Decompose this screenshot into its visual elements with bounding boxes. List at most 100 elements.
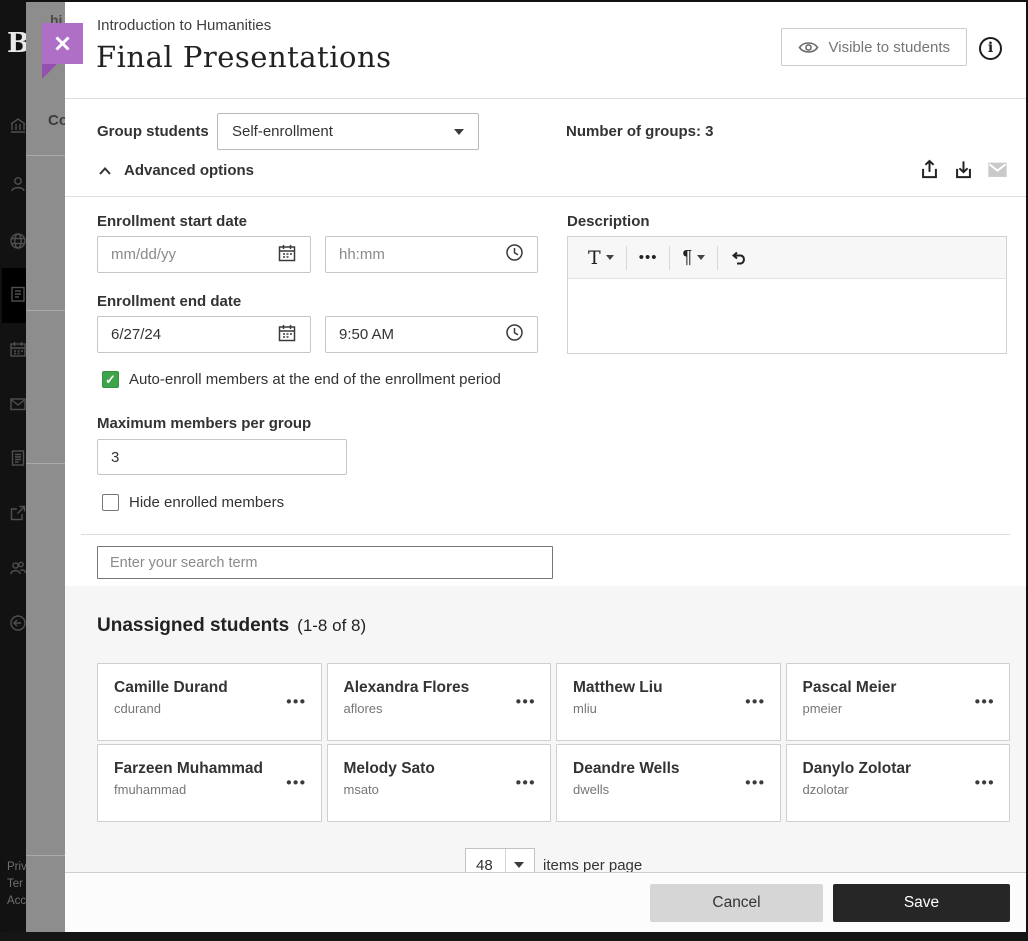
sidebar-item-globe[interactable] [2, 215, 26, 270]
groups-icon [10, 561, 26, 575]
auto-enroll-checkbox-row[interactable]: ✓ Auto-enroll members at the end of the … [102, 371, 501, 388]
end-date-value: 6/27/24 [111, 326, 162, 343]
student-name: Melody Sato [343, 760, 435, 777]
more-tools-button[interactable]: ••• [627, 246, 670, 270]
student-username: dwells [573, 782, 610, 797]
start-date-placeholder: mm/dd/yy [111, 246, 177, 263]
sidebar-item-profile[interactable] [2, 158, 26, 213]
save-button[interactable]: Save [833, 883, 1010, 922]
calendar-icon[interactable] [277, 323, 297, 347]
description-textarea[interactable] [568, 279, 1006, 354]
course-name: Introduction to Humanities [97, 17, 272, 34]
end-date-field[interactable]: 6/27/24 [97, 316, 311, 353]
calendar-icon[interactable] [277, 243, 297, 267]
profile-icon [11, 177, 25, 192]
sidebar-item-content[interactable] [2, 268, 26, 323]
student-username: aflores [343, 701, 383, 716]
messages-icon [10, 398, 26, 411]
student-username: msato [343, 782, 379, 797]
visibility-label: Visible to students [828, 38, 950, 56]
student-card[interactable]: Farzeen Muhammad fmuhammad ••• [97, 744, 322, 822]
items-per-page-select[interactable]: 48 [465, 848, 535, 872]
student-name: Camille Durand [114, 679, 228, 696]
student-name: Alexandra Flores [343, 679, 470, 696]
paragraph-style-button[interactable]: ¶ [670, 246, 717, 270]
export-groups-button[interactable] [919, 159, 940, 180]
page-title: Final Presentations [96, 40, 392, 74]
sidebar-item-gradebook[interactable] [2, 432, 26, 487]
chevron-down-icon [697, 255, 706, 260]
import-groups-button[interactable] [953, 159, 974, 180]
accessibility-link[interactable]: Acc [7, 893, 26, 910]
clock-icon[interactable] [505, 243, 524, 266]
sidebar-item-groups[interactable] [2, 542, 26, 597]
hide-members-checkbox-row[interactable]: Hide enrolled members [102, 494, 284, 511]
end-time-value: 9:50 AM [339, 326, 395, 343]
student-card[interactable]: Deandre Wells dwells ••• [556, 744, 781, 822]
sidebar-item-signout[interactable] [2, 597, 26, 652]
email-group-button[interactable] [987, 159, 1008, 180]
clock-icon[interactable] [505, 323, 524, 346]
signout-icon [10, 615, 26, 631]
close-icon [55, 36, 70, 51]
student-card[interactable]: Melody Sato msato ••• [326, 744, 551, 822]
max-members-field[interactable]: 3 [97, 439, 347, 475]
auto-enroll-label: Auto-enroll members at the end of the en… [129, 371, 501, 388]
hide-members-label: Hide enrolled members [129, 494, 285, 511]
student-card[interactable]: Alexandra Flores aflores ••• [326, 663, 551, 741]
checkbox-checked-icon[interactable]: ✓ [102, 371, 119, 388]
card-menu-button[interactable]: ••• [975, 694, 995, 711]
card-menu-button[interactable]: ••• [745, 694, 765, 711]
advanced-options-toggle[interactable]: Advanced options [98, 162, 254, 179]
text-style-button[interactable]: T [576, 246, 626, 270]
checkbox-unchecked-icon[interactable] [102, 494, 119, 511]
card-menu-button[interactable]: ••• [975, 775, 995, 792]
end-time-field[interactable]: 9:50 AM [325, 316, 538, 353]
chevron-up-icon [99, 166, 111, 175]
sidebar-item-calendar[interactable] [2, 323, 26, 378]
group-students-label: Group students [97, 123, 209, 140]
left-nav-rail: B Priv Ter Acc [2, 2, 26, 932]
student-card[interactable]: Camille Durand cdurand ••• [97, 663, 322, 741]
card-menu-button[interactable]: ••• [516, 775, 536, 792]
number-of-groups: Number of groups: 3 [566, 123, 714, 140]
start-time-field[interactable]: hh:mm [325, 236, 538, 273]
group-actions [919, 159, 1008, 180]
cancel-button[interactable]: Cancel [650, 883, 823, 922]
visibility-button[interactable]: Visible to students [780, 28, 967, 66]
eye-icon [798, 41, 818, 53]
terms-link[interactable]: Ter [7, 876, 26, 893]
card-menu-button[interactable]: ••• [516, 694, 536, 711]
brand-logo: B [7, 28, 26, 59]
student-card[interactable]: Danylo Zolotar dzolotar ••• [785, 744, 1010, 822]
institution-icon [10, 118, 26, 133]
card-menu-button[interactable]: ••• [286, 694, 306, 711]
student-name: Matthew Liu [573, 679, 663, 696]
group-method-select[interactable]: Self-enrollment [217, 113, 479, 150]
student-username: pmeier [802, 701, 843, 716]
student-name: Farzeen Muhammad [114, 760, 264, 777]
sidebar-item-messages[interactable] [2, 378, 26, 433]
student-username: dzolotar [802, 782, 849, 797]
student-card[interactable]: Pascal Meier pmeier ••• [785, 663, 1010, 741]
enrollment-end-label: Enrollment end date [97, 293, 242, 310]
share-icon [10, 505, 26, 521]
sidebar-item-share[interactable] [2, 487, 26, 542]
items-per-page-label: items per page [543, 857, 643, 872]
content-icon [11, 286, 25, 302]
panel-footer: Cancel Save [65, 872, 1026, 932]
chevron-down-icon [454, 128, 464, 135]
privacy-link[interactable]: Priv [7, 859, 26, 876]
sidebar-item-institution[interactable] [2, 100, 26, 155]
search-placeholder: Enter your search term [110, 554, 258, 571]
undo-button[interactable] [718, 246, 760, 270]
background-text-fragment: Co [48, 112, 65, 129]
student-name: Danylo Zolotar [802, 760, 912, 777]
search-input[interactable]: Enter your search term [97, 546, 553, 579]
close-panel-button[interactable] [42, 23, 83, 64]
card-menu-button[interactable]: ••• [745, 775, 765, 792]
info-icon[interactable]: i [979, 37, 1002, 60]
start-date-field[interactable]: mm/dd/yy [97, 236, 311, 273]
student-card[interactable]: Matthew Liu mliu ••• [556, 663, 781, 741]
card-menu-button[interactable]: ••• [286, 775, 306, 792]
